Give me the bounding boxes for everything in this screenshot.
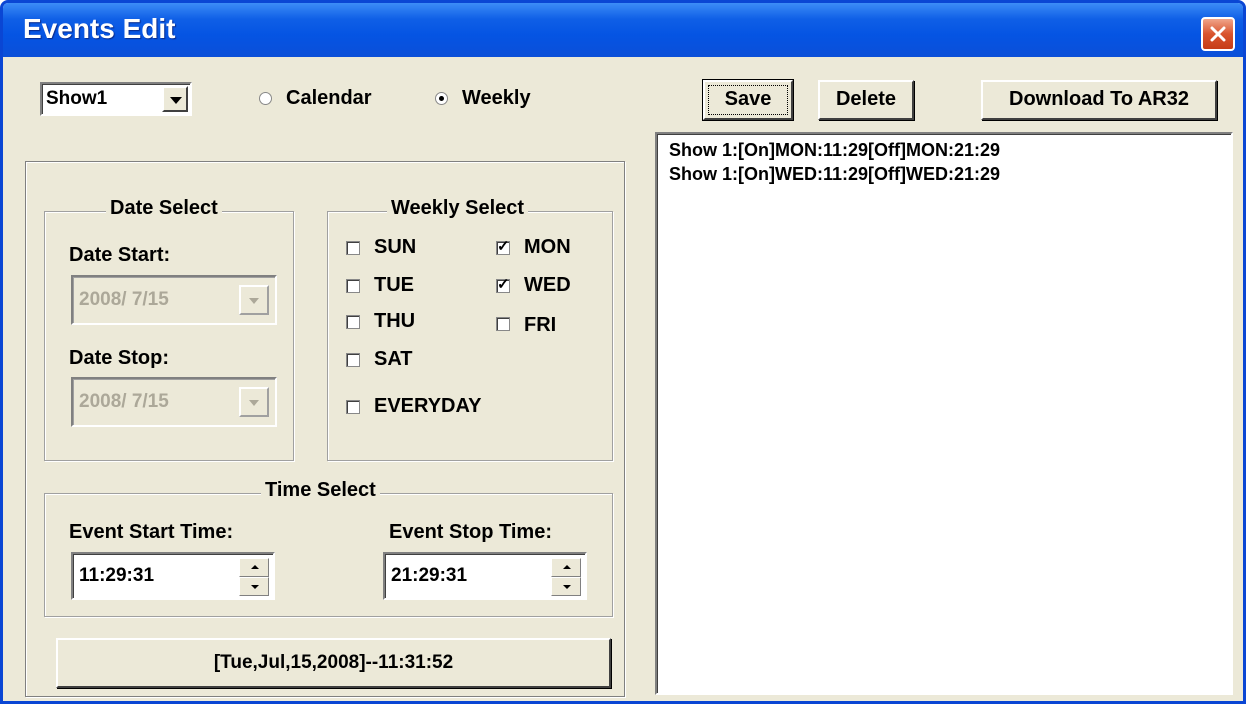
- event-stop-time-input[interactable]: 21:29:31: [383, 552, 587, 600]
- show-select[interactable]: Show1: [40, 82, 192, 116]
- wed-checkbox[interactable]: [496, 275, 510, 293]
- sun-checkbox[interactable]: [346, 241, 360, 255]
- events-edit-window: Events Edit Show1 Calendar Weekly Save D…: [0, 0, 1246, 704]
- event-start-time-label: Event Start Time:: [69, 521, 234, 543]
- sat-checkbox[interactable]: [346, 353, 360, 367]
- spin-down-icon[interactable]: [239, 577, 269, 596]
- fri-label[interactable]: FRI: [524, 314, 556, 337]
- download-button[interactable]: Download To AR32: [981, 80, 1217, 120]
- list-item[interactable]: Show 1:[On]MON:11:29[Off]MON:21:29: [669, 140, 1000, 161]
- spin-down-icon[interactable]: [551, 577, 581, 596]
- mon-checkbox[interactable]: [496, 237, 510, 255]
- date-select-legend: Date Select: [106, 197, 222, 220]
- calendar-radio[interactable]: [259, 92, 272, 105]
- save-button[interactable]: Save: [703, 80, 793, 120]
- date-stop-label: Date Stop:: [69, 347, 169, 369]
- date-start-value: 2008/ 7/15: [79, 289, 169, 310]
- weekly-radio-label[interactable]: Weekly: [462, 87, 531, 110]
- weekly-radio[interactable]: [435, 92, 448, 105]
- calendar-radio-label[interactable]: Calendar: [286, 87, 372, 110]
- event-stop-time-value: 21:29:31: [391, 565, 468, 586]
- thu-checkbox[interactable]: [346, 315, 360, 329]
- current-datetime-display: [Tue,Jul,15,2008]--11:31:52: [56, 638, 611, 688]
- date-stop-value: 2008/ 7/15: [79, 391, 169, 412]
- tue-label[interactable]: TUE: [374, 274, 414, 297]
- mon-label[interactable]: MON: [524, 236, 571, 259]
- thu-label[interactable]: THU: [374, 310, 415, 333]
- window-title: Events Edit: [23, 13, 176, 44]
- chevron-down-icon: [239, 285, 269, 315]
- close-button[interactable]: [1201, 17, 1235, 51]
- fri-checkbox[interactable]: [496, 317, 510, 331]
- date-start-label: Date Start:: [69, 244, 171, 266]
- tue-checkbox[interactable]: [346, 279, 360, 293]
- close-icon: [1210, 26, 1226, 42]
- event-list[interactable]: Show 1:[On]MON:11:29[Off]MON:21:29 Show …: [655, 132, 1233, 695]
- delete-button[interactable]: Delete: [818, 80, 914, 120]
- everyday-label[interactable]: EVERYDAY: [374, 395, 481, 418]
- spin-up-icon[interactable]: [239, 558, 269, 577]
- spin-up-icon[interactable]: [551, 558, 581, 577]
- event-stop-time-label: Event Stop Time:: [389, 521, 552, 543]
- chevron-down-icon: [239, 387, 269, 417]
- everyday-checkbox[interactable]: [346, 400, 360, 414]
- sat-label[interactable]: SAT: [374, 348, 413, 371]
- event-start-time-value: 11:29:31: [79, 565, 155, 586]
- time-select-legend: Time Select: [261, 479, 380, 502]
- current-datetime-text: [Tue,Jul,15,2008]--11:31:52: [213, 652, 454, 673]
- date-stop-picker: 2008/ 7/15: [71, 377, 277, 427]
- date-start-picker: 2008/ 7/15: [71, 275, 277, 325]
- list-item[interactable]: Show 1:[On]WED:11:29[Off]WED:21:29: [669, 164, 1000, 185]
- title-bar[interactable]: Events Edit: [3, 3, 1243, 57]
- event-start-time-input[interactable]: 11:29:31: [71, 552, 275, 600]
- wed-label[interactable]: WED: [524, 274, 571, 297]
- chevron-down-icon[interactable]: [162, 86, 188, 112]
- start-time-spinner[interactable]: [239, 558, 269, 596]
- stop-time-spinner[interactable]: [551, 558, 581, 596]
- weekly-select-legend: Weekly Select: [387, 197, 529, 220]
- show-select-value: Show1: [46, 88, 108, 109]
- sun-label[interactable]: SUN: [374, 236, 416, 259]
